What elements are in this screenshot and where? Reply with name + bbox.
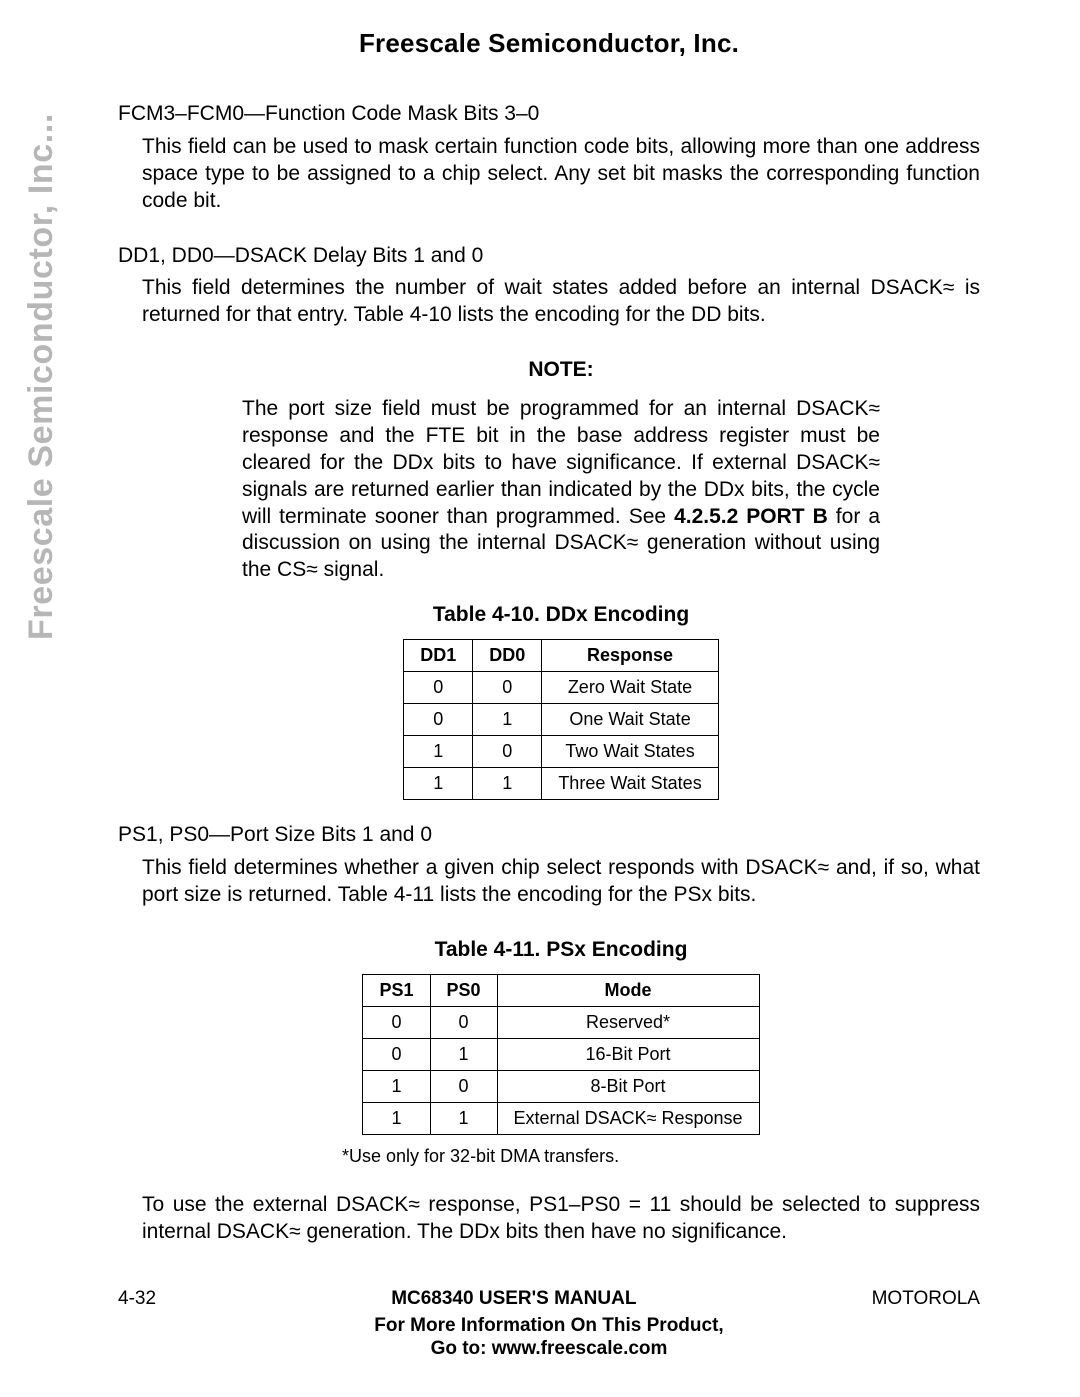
- cell: One Wait State: [542, 704, 718, 736]
- table-ddx-title: Table 4-10. DDx Encoding: [142, 602, 980, 629]
- table-psx: PS1 PS0 Mode 0 0 Reserved* 0 1 16-Bit Po…: [362, 974, 759, 1135]
- table-row: 0 1 One Wait State: [404, 704, 718, 736]
- ps-title: PS1, PS0—Port Size Bits 1 and 0: [118, 822, 980, 849]
- cell: 0: [404, 704, 473, 736]
- cell: 0: [430, 1070, 497, 1102]
- cell: 0: [363, 1006, 430, 1038]
- final-paragraph: To use the external DSACK≈ response, PS1…: [142, 1192, 980, 1246]
- page: Freescale Semiconductor, Inc... Freescal…: [0, 0, 1080, 1397]
- manual-title: MC68340 USER'S MANUAL: [391, 1288, 636, 1310]
- side-watermark: Freescale Semiconductor, Inc...: [22, 113, 61, 640]
- footer-line2: Go to: www.freescale.com: [431, 1338, 668, 1359]
- cell: Zero Wait State: [542, 672, 718, 704]
- table-row: DD1 DD0 Response: [404, 640, 718, 672]
- cell: 1: [404, 736, 473, 768]
- note-seg-1: The port size field must be programmed f…: [242, 397, 796, 420]
- table-row: 1 1 External DSACK≈ Response: [363, 1102, 759, 1134]
- th-ps0: PS0: [430, 974, 497, 1006]
- cell: 0: [473, 672, 542, 704]
- footer-row: 4-32 MC68340 USER'S MANUAL MOTOROLA: [118, 1288, 980, 1310]
- table-row: 1 0 8-Bit Port: [363, 1070, 759, 1102]
- dsack-signal-ps: DSACK≈: [745, 856, 829, 879]
- page-number: 4-32: [118, 1288, 156, 1310]
- table-psx-footnote: *Use only for 32-bit DMA transfers.: [342, 1145, 980, 1168]
- th-ps1: PS1: [363, 974, 430, 1006]
- ps-body: This field determines whether a given ch…: [142, 855, 980, 909]
- cell: 0: [430, 1006, 497, 1038]
- table-psx-title: Table 4-11. PSx Encoding: [142, 937, 980, 964]
- fcm-title: FCM3–FCM0—Function Code Mask Bits 3–0: [118, 101, 980, 128]
- final-post: generation. The DDx bits then have no si…: [301, 1220, 787, 1243]
- th-dd1: DD1: [404, 640, 473, 672]
- note-body: The port size field must be programmed f…: [242, 396, 880, 584]
- table-row: 0 0 Reserved*: [363, 1006, 759, 1038]
- th-mode: Mode: [497, 974, 759, 1006]
- cell: 16-Bit Port: [497, 1038, 759, 1070]
- table-row: 1 0 Two Wait States: [404, 736, 718, 768]
- body-content: FCM3–FCM0—Function Code Mask Bits 3–0 Th…: [142, 101, 980, 1246]
- final-pre: To use the external: [142, 1193, 336, 1216]
- port-b-ref: 4.2.5.2 PORT B: [674, 505, 828, 528]
- page-header: Freescale Semiconductor, Inc.: [118, 28, 980, 59]
- footer-line1: For More Information On This Product,: [374, 1315, 723, 1336]
- dsack-signal-note-3: DSACK≈: [554, 531, 638, 554]
- table-row: 0 1 16-Bit Port: [363, 1038, 759, 1070]
- side-watermark-text: Freescale Semiconductor, Inc...: [22, 113, 60, 640]
- cell: 1: [473, 704, 542, 736]
- dd-title: DD1, DD0—DSACK Delay Bits 1 and 0: [118, 243, 980, 270]
- table-row: PS1 PS0 Mode: [363, 974, 759, 1006]
- dsack-signal: DSACK≈: [871, 276, 955, 299]
- table-row: 0 0 Zero Wait State: [404, 672, 718, 704]
- table-ddx: DD1 DD0 Response 0 0 Zero Wait State 0 1…: [403, 639, 718, 800]
- cell: 1: [404, 768, 473, 800]
- dd-body: This field determines the number of wait…: [142, 275, 980, 329]
- th-dd0: DD0: [473, 640, 542, 672]
- fcm-body: This field can be used to mask certain f…: [142, 134, 980, 215]
- cell: 1: [430, 1102, 497, 1134]
- cell: External DSACK≈ Response: [497, 1102, 759, 1134]
- cell: Reserved*: [497, 1006, 759, 1038]
- dsack-signal-final-2: DSACK≈: [217, 1220, 301, 1243]
- dsack-signal-note-1: DSACK≈: [796, 397, 880, 420]
- cell: 1: [363, 1070, 430, 1102]
- footer-sub: For More Information On This Product, Go…: [118, 1314, 980, 1362]
- cell: 0: [473, 736, 542, 768]
- dsack-signal-final-1: DSACK≈: [336, 1193, 420, 1216]
- cell: 1: [430, 1038, 497, 1070]
- note-seg-6: signal.: [318, 558, 385, 581]
- cell: 0: [363, 1038, 430, 1070]
- cs-signal: CS≈: [277, 558, 318, 581]
- cell: 1: [363, 1102, 430, 1134]
- dsack-signal-note-2: DSACK≈: [796, 451, 880, 474]
- table-row: 1 1 Three Wait States: [404, 768, 718, 800]
- note-label: NOTE:: [142, 357, 980, 384]
- brand: MOTOROLA: [872, 1288, 980, 1310]
- cell: Three Wait States: [542, 768, 718, 800]
- cell: 1: [473, 768, 542, 800]
- page-footer: 4-32 MC68340 USER'S MANUAL MOTOROLA For …: [0, 1288, 1080, 1362]
- note-seg-2: response and the FTE bit in the base add…: [242, 424, 880, 474]
- ps-body-pre: This field determines whether a given ch…: [142, 856, 745, 879]
- dd-body-pre: This field determines the number of wait…: [142, 276, 871, 299]
- cell: Two Wait States: [542, 736, 718, 768]
- cell: 8-Bit Port: [497, 1070, 759, 1102]
- company-name: Freescale Semiconductor, Inc.: [359, 28, 739, 58]
- th-response: Response: [542, 640, 718, 672]
- cell: 0: [404, 672, 473, 704]
